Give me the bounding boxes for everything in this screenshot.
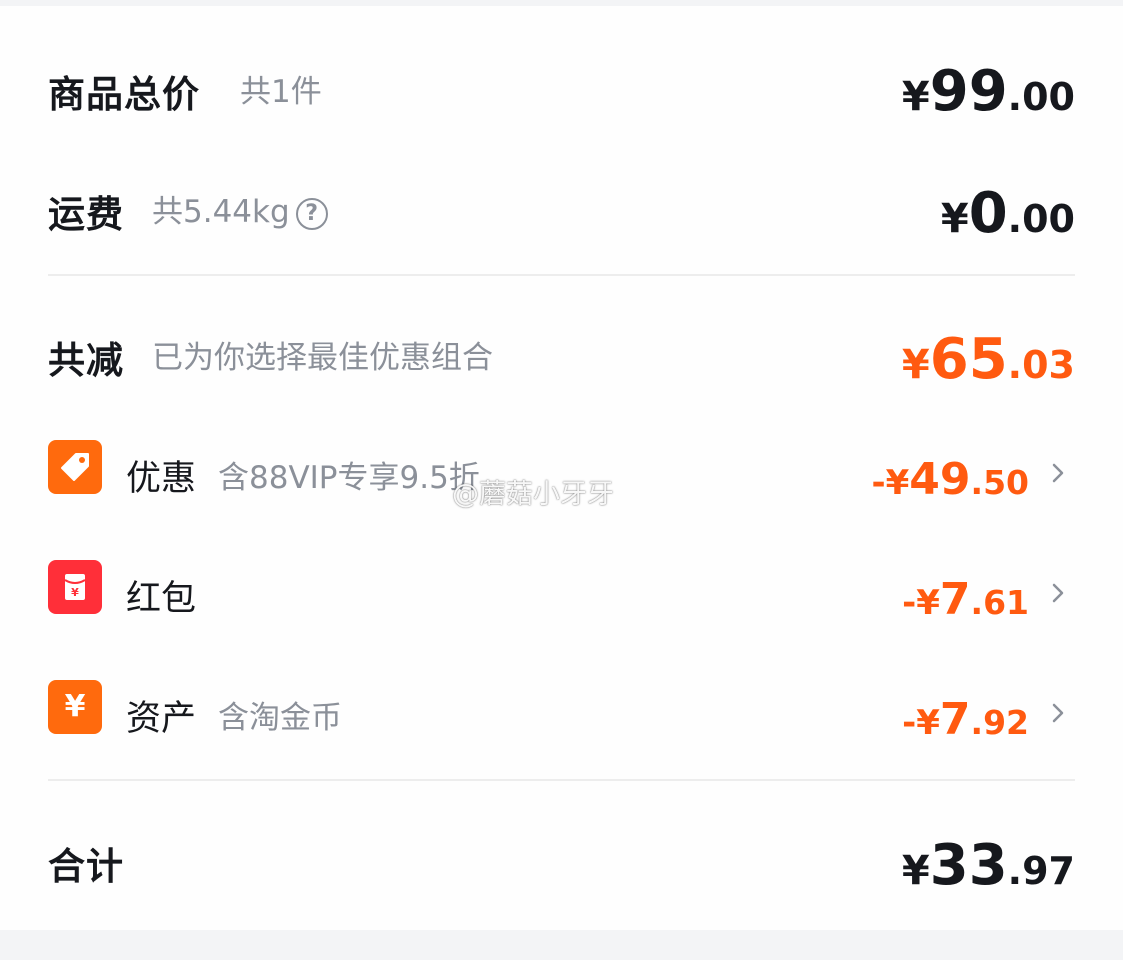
currency-symbol: ¥ xyxy=(940,196,969,242)
amount-decimal: .50 xyxy=(970,463,1029,502)
amount-integer: 0 xyxy=(968,181,1008,246)
amount-integer: 7 xyxy=(939,694,971,745)
divider xyxy=(48,274,1075,276)
discount-amount: -¥7.92 xyxy=(902,698,1029,742)
discount-sub: 含淘金币 xyxy=(218,700,342,736)
shipping-weight: 共5.44kg xyxy=(152,194,290,230)
currency-symbol: ¥ xyxy=(901,74,930,120)
shipping-amount: ¥0.00 xyxy=(941,186,1075,242)
amount-integer: 99 xyxy=(929,59,1008,124)
total-amount: ¥33.97 xyxy=(902,838,1075,894)
reduction-label: 共减 xyxy=(48,339,124,382)
discount-label: 优惠 xyxy=(126,459,197,499)
order-summary-card: 商品总价 共1件 ¥99.00 运费 共5.44kg? ¥0.00 共减 已为你… xyxy=(0,6,1123,930)
amount-integer: 65 xyxy=(929,327,1008,392)
divider xyxy=(48,779,1075,781)
amount-decimal: .61 xyxy=(970,583,1029,622)
yen-asset-icon: ¥ xyxy=(48,680,102,734)
amount-integer: 33 xyxy=(929,833,1008,898)
amount-decimal: .03 xyxy=(1007,343,1075,387)
discount-sub: 含88VIP专享9.5折 xyxy=(218,460,480,496)
goods-total-label: 商品总价 xyxy=(48,73,200,116)
discount-label: 红包 xyxy=(126,579,197,619)
currency-symbol: ¥ xyxy=(901,342,930,388)
discount-amount: -¥49.50 xyxy=(872,458,1029,502)
currency-symbol: ¥ xyxy=(901,848,930,894)
shipping-label: 运费 xyxy=(48,193,124,236)
amount-decimal: .92 xyxy=(970,703,1029,742)
amount-integer: 49 xyxy=(909,454,971,505)
goods-total-amount: ¥99.00 xyxy=(902,64,1075,120)
coupon-tag-icon xyxy=(48,440,102,494)
currency-prefix: -¥ xyxy=(871,463,910,503)
chevron-right-icon[interactable] xyxy=(1051,582,1065,604)
amount-decimal: .00 xyxy=(1007,197,1075,241)
total-label: 合计 xyxy=(48,845,124,888)
discount-label: 资产 xyxy=(126,699,197,739)
svg-text:¥: ¥ xyxy=(71,586,79,599)
question-circle-icon[interactable]: ? xyxy=(295,197,328,230)
watermark: @蘑菇小牙牙 xyxy=(452,479,614,510)
chevron-right-icon[interactable] xyxy=(1051,702,1065,724)
amount-integer: 7 xyxy=(939,574,971,625)
currency-prefix: -¥ xyxy=(902,583,940,623)
amount-decimal: .00 xyxy=(1007,75,1075,119)
chevron-right-icon[interactable] xyxy=(1051,462,1065,484)
shipping-sub: 共5.44kg? xyxy=(152,186,328,231)
amount-decimal: .97 xyxy=(1007,849,1075,893)
discount-amount: -¥7.61 xyxy=(902,578,1029,622)
red-packet-icon: ¥ xyxy=(48,560,102,614)
reduction-sub: 已为你选择最佳优惠组合 xyxy=(152,340,493,376)
currency-prefix: -¥ xyxy=(902,703,940,743)
reduction-amount: ¥65.03 xyxy=(902,332,1075,388)
goods-total-sub: 共1件 xyxy=(240,74,322,110)
